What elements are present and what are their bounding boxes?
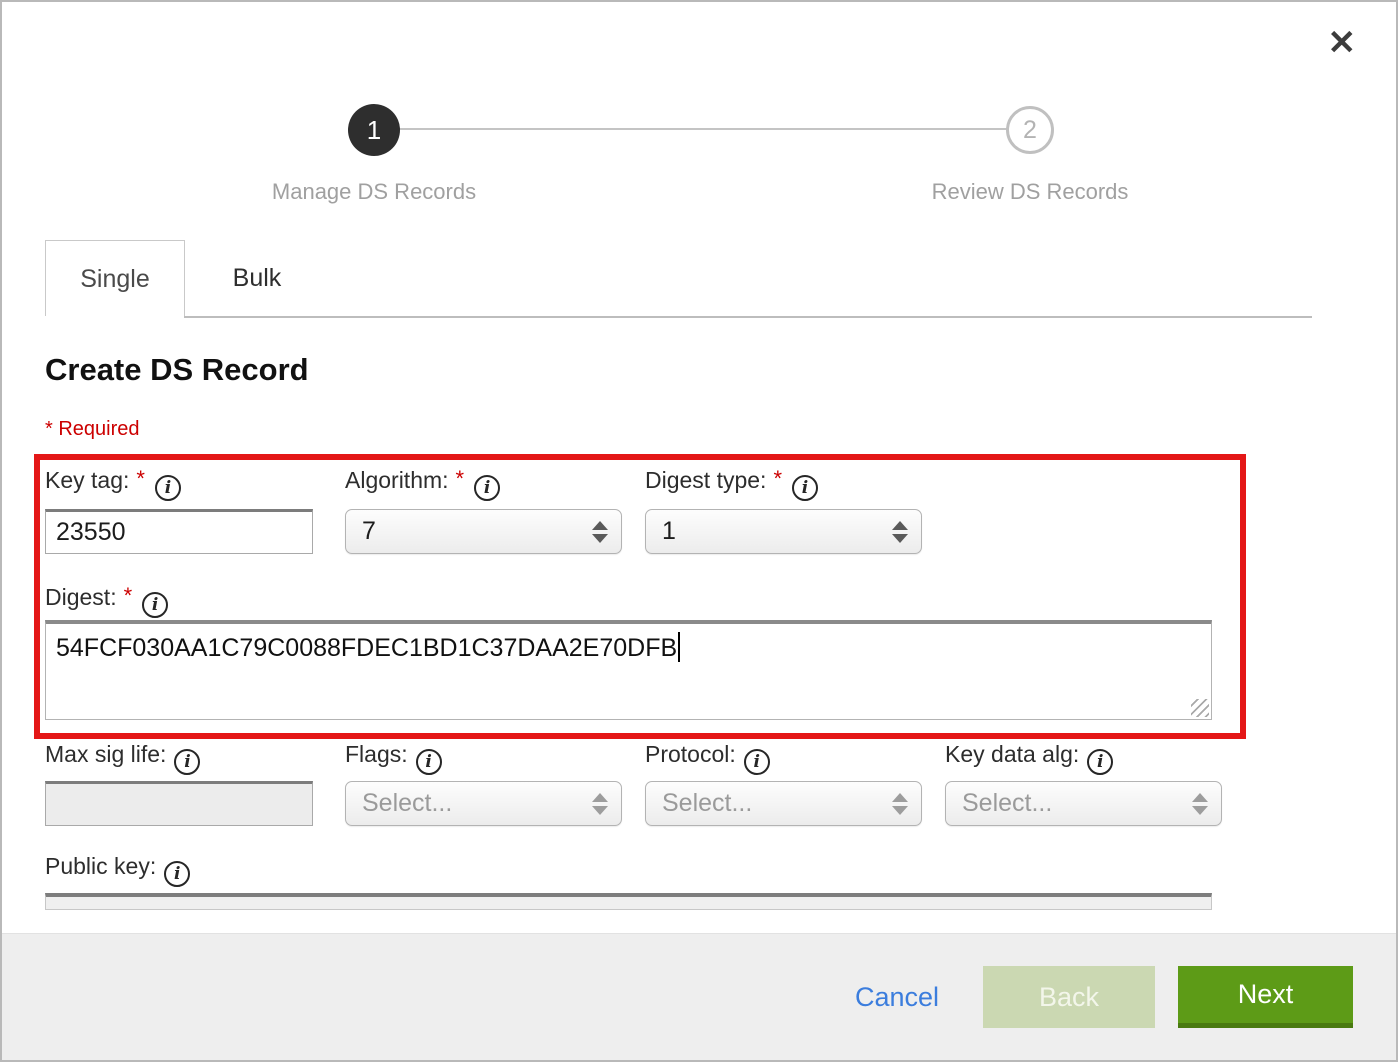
step-1-indicator: 1 xyxy=(348,104,400,156)
key-data-alg-label-text: Key data alg: xyxy=(945,741,1079,767)
protocol-label: Protocol: i xyxy=(645,741,770,775)
modal-footer: Cancel Back Next xyxy=(2,933,1396,1060)
next-button[interactable]: Next xyxy=(1178,966,1353,1028)
required-asterisk: * xyxy=(456,466,465,491)
required-note: * Required xyxy=(45,418,140,441)
algorithm-select-value: 7 xyxy=(362,517,376,546)
key-tag-label-text: Key tag: xyxy=(45,467,129,493)
select-arrows-icon xyxy=(892,521,908,543)
tab-divider xyxy=(184,316,1312,318)
algorithm-select[interactable]: 7 xyxy=(345,509,622,554)
flags-label-text: Flags: xyxy=(345,741,408,767)
algorithm-label: Algorithm: * i xyxy=(345,467,500,501)
algorithm-label-text: Algorithm: xyxy=(345,467,449,493)
max-sig-life-input[interactable] xyxy=(45,781,313,826)
max-sig-life-label-text: Max sig life: xyxy=(45,741,166,767)
info-icon[interactable]: i xyxy=(174,749,200,775)
stepper-connector xyxy=(374,128,1030,130)
required-asterisk: * xyxy=(136,466,145,491)
back-button[interactable]: Back xyxy=(983,966,1155,1028)
cancel-button[interactable]: Cancel xyxy=(855,982,939,1013)
info-icon[interactable]: i xyxy=(474,475,500,501)
resize-handle-icon[interactable] xyxy=(1191,699,1209,717)
info-icon[interactable]: i xyxy=(744,749,770,775)
protocol-select[interactable]: Select... xyxy=(645,781,922,826)
tab-single[interactable]: Single xyxy=(45,240,185,316)
key-data-alg-select-value: Select... xyxy=(962,789,1052,818)
close-icon[interactable]: ✕ xyxy=(1328,26,1357,60)
digest-type-label: Digest type: * i xyxy=(645,467,818,501)
protocol-label-text: Protocol: xyxy=(645,741,736,767)
info-icon[interactable]: i xyxy=(142,592,168,618)
tab-bulk[interactable]: Bulk xyxy=(185,240,329,316)
digest-value: 54FCF030AA1C79C0088FDEC1BD1C37DAA2E70DFB xyxy=(56,634,677,662)
digest-textarea[interactable]: 54FCF030AA1C79C0088FDEC1BD1C37DAA2E70DFB xyxy=(45,620,1212,720)
public-key-textarea[interactable] xyxy=(45,893,1212,910)
info-icon[interactable]: i xyxy=(164,861,190,887)
public-key-label: Public key: i xyxy=(45,853,190,887)
key-tag-input[interactable] xyxy=(45,509,313,554)
flags-select-value: Select... xyxy=(362,789,452,818)
select-arrows-icon xyxy=(1192,793,1208,815)
step-2-indicator: 2 xyxy=(1006,106,1054,154)
digest-type-select-value: 1 xyxy=(662,517,676,546)
max-sig-life-label: Max sig life: i xyxy=(45,741,200,775)
key-data-alg-select[interactable]: Select... xyxy=(945,781,1222,826)
required-asterisk: * xyxy=(124,583,133,608)
protocol-select-value: Select... xyxy=(662,789,752,818)
create-ds-record-modal: ✕ 1 2 Manage DS Records Review DS Record… xyxy=(0,0,1398,1062)
digest-label-text: Digest: xyxy=(45,584,117,610)
select-arrows-icon xyxy=(592,521,608,543)
info-icon[interactable]: i xyxy=(416,749,442,775)
digest-type-label-text: Digest type: xyxy=(645,467,766,493)
info-icon[interactable]: i xyxy=(155,475,181,501)
flags-label: Flags: i xyxy=(345,741,442,775)
step-2-label: Review DS Records xyxy=(932,179,1129,205)
step-1-label: Manage DS Records xyxy=(272,179,476,205)
info-icon[interactable]: i xyxy=(1087,749,1113,775)
digest-label: Digest: * i xyxy=(45,584,168,618)
digest-type-select[interactable]: 1 xyxy=(645,509,922,554)
select-arrows-icon xyxy=(592,793,608,815)
key-tag-label: Key tag: * i xyxy=(45,467,181,501)
select-arrows-icon xyxy=(892,793,908,815)
page-title: Create DS Record xyxy=(45,352,309,388)
flags-select[interactable]: Select... xyxy=(345,781,622,826)
info-icon[interactable]: i xyxy=(792,475,818,501)
public-key-label-text: Public key: xyxy=(45,853,156,879)
text-cursor xyxy=(678,632,680,662)
key-data-alg-label: Key data alg: i xyxy=(945,741,1113,775)
required-asterisk: * xyxy=(773,466,782,491)
